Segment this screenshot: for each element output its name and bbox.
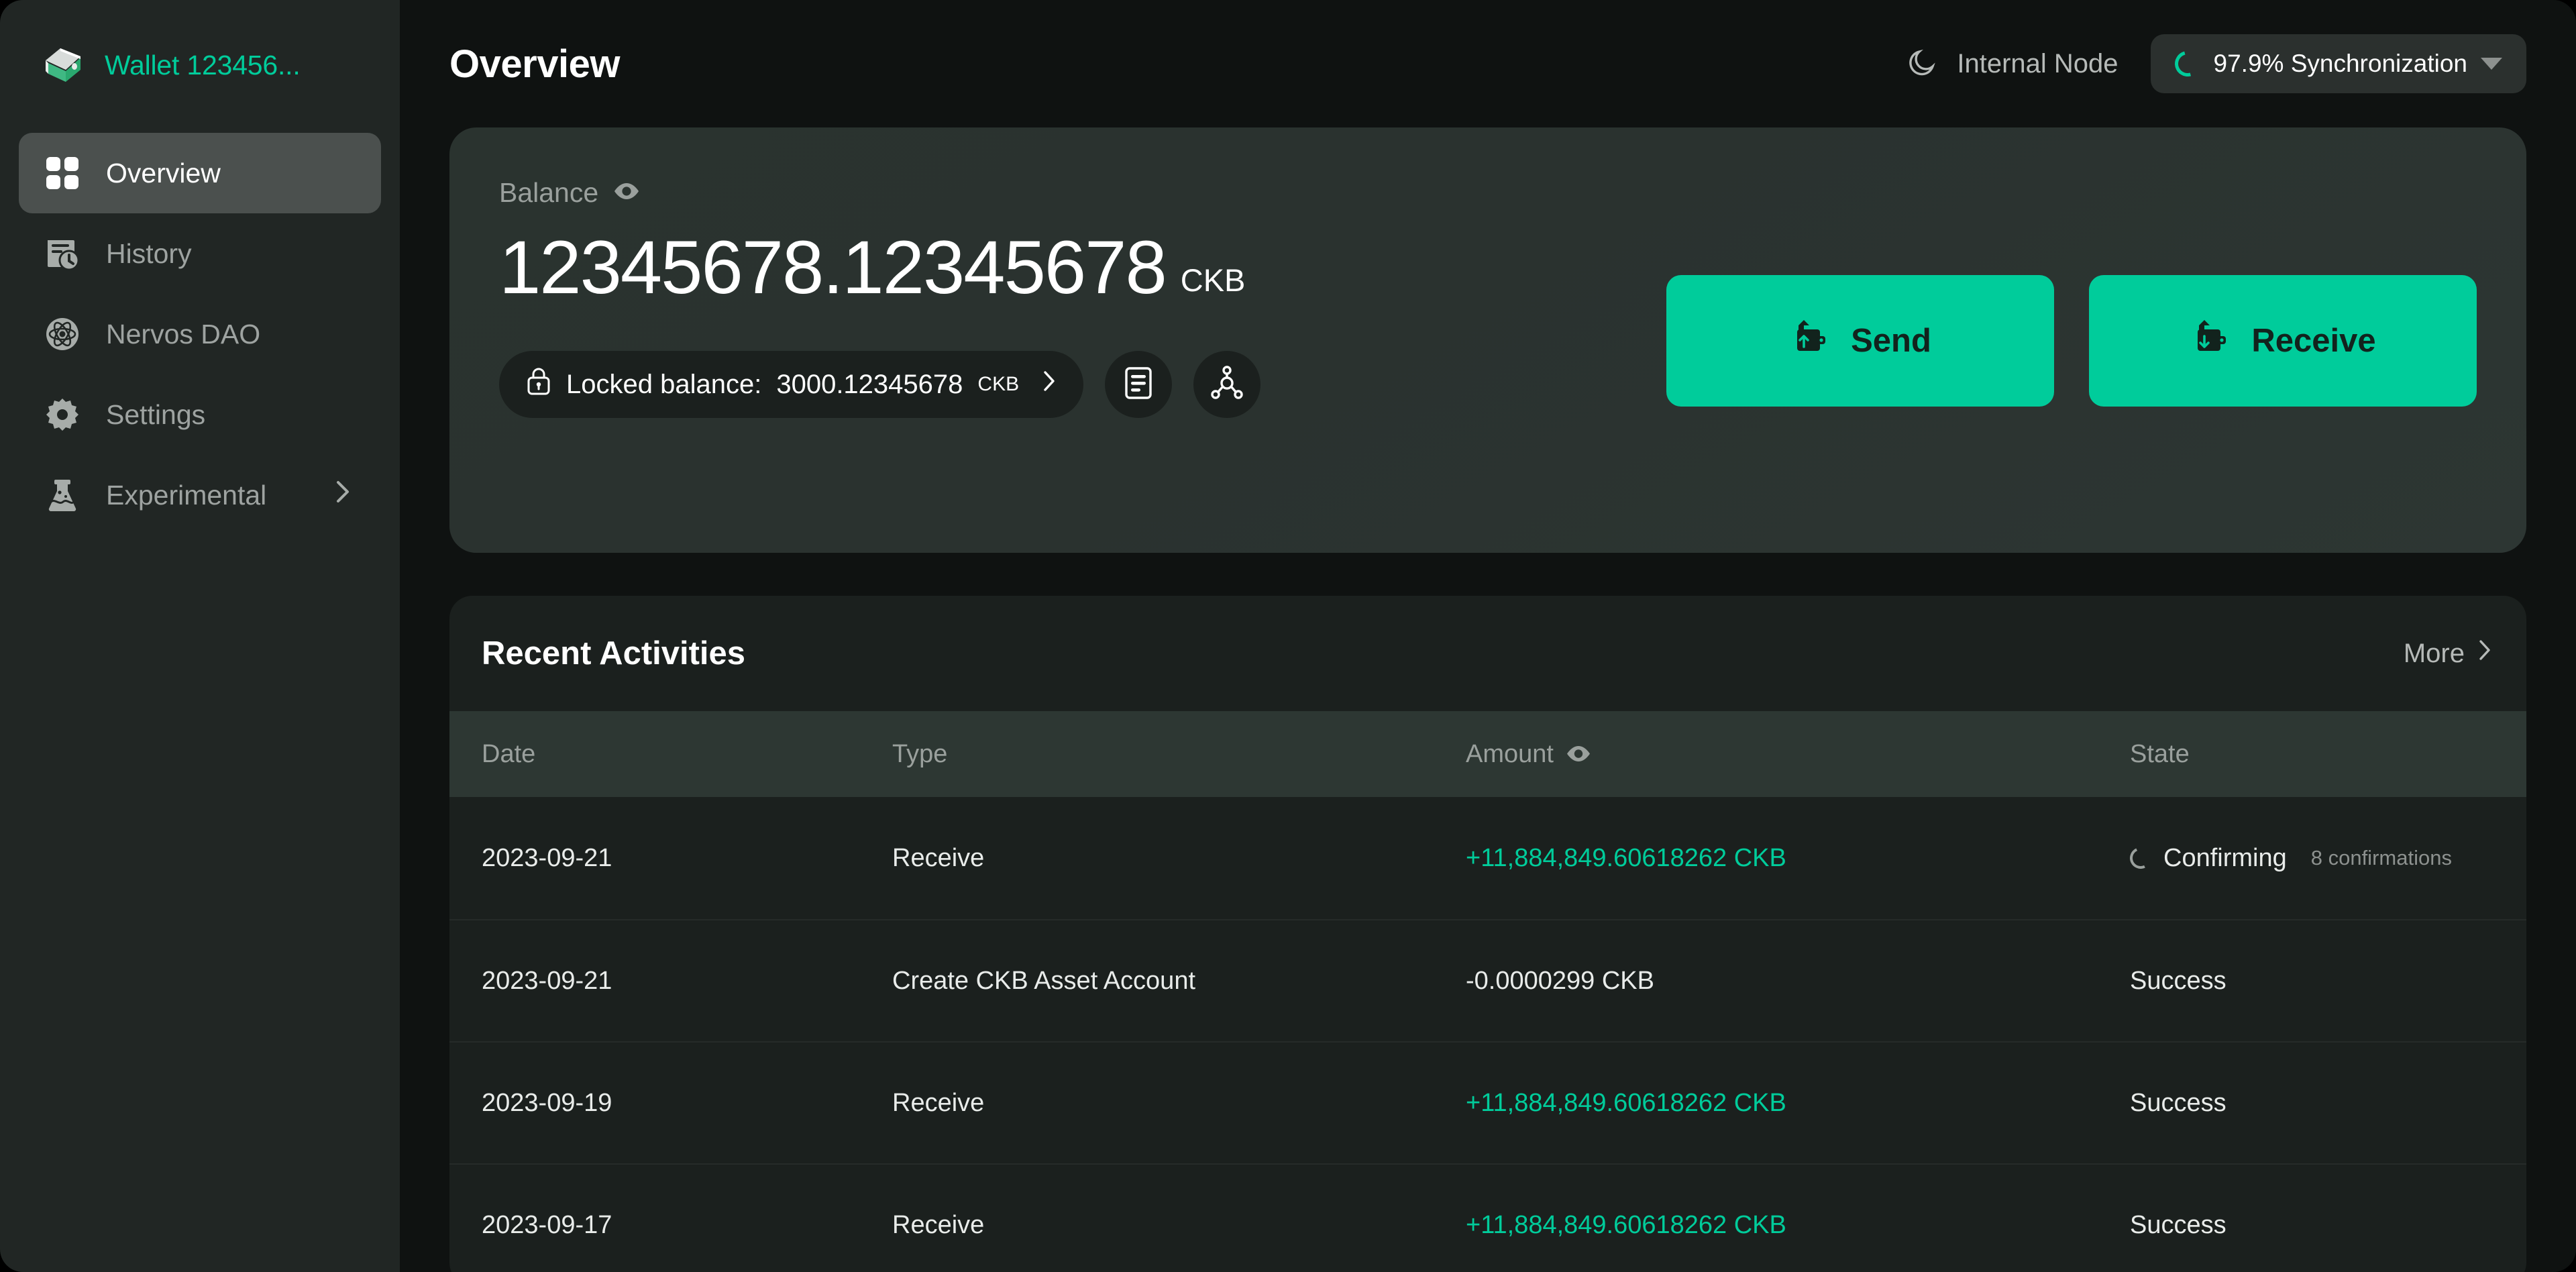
locked-balance-label: Locked balance: <box>566 370 761 400</box>
status-badge: Confirming <box>2163 844 2287 873</box>
page-title: Overview <box>449 42 620 87</box>
sidebar-item-label: Experimental <box>106 480 266 511</box>
locked-balance-amount: 3000.12345678 <box>776 370 963 400</box>
cell-type: Receive <box>892 844 1466 873</box>
recent-activities-header: Recent Activities More <box>449 596 2526 711</box>
receive-button[interactable]: Receive <box>2089 275 2477 407</box>
sidebar-item-history[interactable]: History <box>19 213 381 294</box>
activities-table-body: 2023-09-21 Receive +11,884,849.60618262 … <box>449 797 2526 1272</box>
column-header-state: State <box>2130 740 2526 769</box>
locked-balance-pill[interactable]: Locked balance: 3000.12345678 CKB <box>499 351 1083 418</box>
sync-status-dropdown[interactable]: 97.9% Synchronization <box>2151 34 2526 93</box>
cell-date: 2023-09-17 <box>449 1211 892 1240</box>
sidebar-item-label: Settings <box>106 399 205 431</box>
node-indicator[interactable]: Internal Node <box>1907 46 2118 82</box>
sidebar-item-label: Overview <box>106 158 221 189</box>
network-nodes-icon <box>1210 366 1244 404</box>
recent-activities-title: Recent Activities <box>482 635 745 672</box>
send-button[interactable]: Send <box>1666 275 2054 407</box>
sidebar-item-overview[interactable]: Overview <box>19 133 381 213</box>
gear-icon <box>43 395 82 434</box>
chevron-right-icon <box>334 478 352 512</box>
sidebar-item-settings[interactable]: Settings <box>19 374 381 455</box>
column-header-amount: Amount <box>1466 740 2130 769</box>
status-badge: Success <box>2130 1211 2226 1240</box>
spinner-icon <box>2127 844 2154 871</box>
more-link[interactable]: More <box>2404 637 2493 670</box>
top-bar-right: Internal Node 97.9% Synchronization <box>1907 34 2526 93</box>
column-header-date: Date <box>449 740 892 769</box>
spinner-icon <box>2170 46 2205 81</box>
table-row[interactable]: 2023-09-21 Receive +11,884,849.60618262 … <box>449 797 2526 919</box>
activities-table-header: Date Type Amount State <box>449 711 2526 797</box>
cell-date: 2023-09-21 <box>449 844 892 873</box>
table-row[interactable]: 2023-09-19 Receive +11,884,849.60618262 … <box>449 1041 2526 1163</box>
column-header-amount-label: Amount <box>1466 740 1554 769</box>
wallet-down-icon <box>2190 317 2229 364</box>
moon-icon <box>1907 46 1939 82</box>
list-document-icon-button[interactable] <box>1105 351 1172 418</box>
grid-icon <box>43 154 82 193</box>
chevron-down-icon <box>2481 58 2502 70</box>
list-document-icon <box>1123 366 1154 404</box>
more-label: More <box>2404 639 2465 669</box>
column-header-type: Type <box>892 740 1466 769</box>
lock-icon <box>526 366 551 403</box>
cell-state: Success <box>2130 1211 2526 1240</box>
cell-date: 2023-09-21 <box>449 967 892 996</box>
sidebar-item-nervos-dao[interactable]: Nervos DAO <box>19 294 381 374</box>
status-badge: Success <box>2130 1089 2226 1118</box>
balance-label: Balance <box>499 177 598 209</box>
sidebar: Wallet 123456... Overview <box>0 0 400 1272</box>
wallet-header[interactable]: Wallet 123456... <box>0 35 400 95</box>
sidebar-nav: Overview History <box>0 133 400 535</box>
balance-label-row: Balance <box>499 177 2473 209</box>
eye-icon[interactable] <box>1566 740 1591 769</box>
balance-amount: 12345678.12345678 <box>499 230 1166 305</box>
wallet-icon <box>40 43 85 87</box>
cell-amount: +11,884,849.60618262 CKB <box>1466 1089 2130 1118</box>
wallet-up-icon <box>1789 317 1828 364</box>
cell-type: Receive <box>892 1089 1466 1118</box>
sidebar-item-label: History <box>106 238 192 270</box>
top-bar: Overview Internal Node 97.9% Synchroniza… <box>449 0 2526 127</box>
status-badge: Success <box>2130 967 2226 996</box>
network-nodes-icon-button[interactable] <box>1193 351 1260 418</box>
wallet-name: Wallet 123456... <box>105 50 301 81</box>
app-window: Wallet 123456... Overview <box>0 0 2576 1272</box>
chevron-right-icon <box>1042 369 1057 400</box>
cell-type: Create CKB Asset Account <box>892 967 1466 996</box>
cell-state: Success <box>2130 1089 2526 1118</box>
atom-icon <box>43 315 82 354</box>
main-content: Overview Internal Node 97.9% Synchroniza… <box>400 0 2576 1272</box>
sync-status-label: 97.9% Synchronization <box>2214 50 2467 78</box>
cell-date: 2023-09-19 <box>449 1089 892 1118</box>
sidebar-item-label: Nervos DAO <box>106 319 260 350</box>
flask-icon <box>43 476 82 515</box>
cell-amount: +11,884,849.60618262 CKB <box>1466 844 2130 873</box>
sidebar-item-experimental[interactable]: Experimental <box>19 455 381 535</box>
chevron-right-icon <box>2477 637 2493 670</box>
cell-type: Receive <box>892 1211 1466 1240</box>
cell-state: Confirming 8 confirmations <box>2130 844 2526 873</box>
locked-balance-unit: CKB <box>977 373 1019 396</box>
confirmations-count: 8 confirmations <box>2311 846 2452 870</box>
cell-state: Success <box>2130 967 2526 996</box>
receive-label: Receive <box>2251 322 2375 360</box>
recent-activities-panel: Recent Activities More Date Type Amount <box>449 596 2526 1272</box>
cell-amount: -0.0000299 CKB <box>1466 967 2130 996</box>
table-row[interactable]: 2023-09-21 Create CKB Asset Account -0.0… <box>449 919 2526 1041</box>
balance-action-buttons: Send Receive <box>1666 275 2477 407</box>
eye-icon[interactable] <box>613 182 640 203</box>
node-label: Internal Node <box>1957 49 2118 79</box>
balance-card: Balance 12345678.12345678 CKB <box>449 127 2526 553</box>
table-row[interactable]: 2023-09-17 Receive +11,884,849.60618262 … <box>449 1163 2526 1272</box>
send-label: Send <box>1851 322 1931 360</box>
cell-amount: +11,884,849.60618262 CKB <box>1466 1211 2130 1240</box>
history-icon <box>43 234 82 273</box>
balance-unit: CKB <box>1181 262 1246 305</box>
